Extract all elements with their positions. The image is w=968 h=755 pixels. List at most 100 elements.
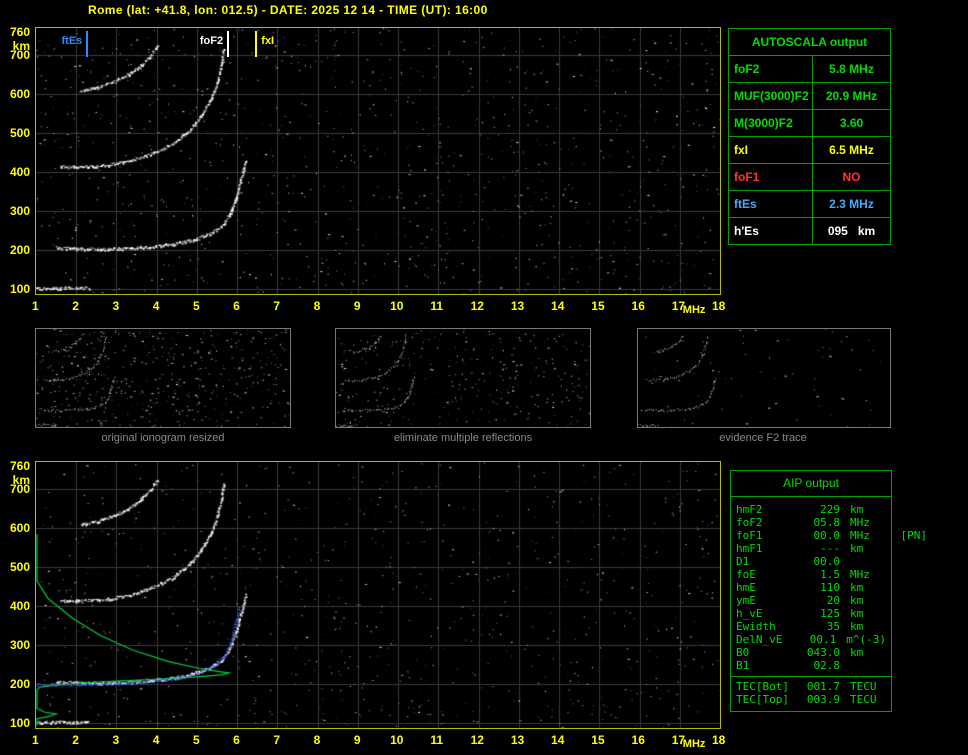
aip-unit: MHz xyxy=(850,529,870,542)
autoscala-row-ftEs: ftEs 2.3 MHz xyxy=(729,190,890,217)
y-tick-label: 100 xyxy=(9,716,30,731)
marker-label-foF2: foF2 xyxy=(199,35,224,47)
aip-label: Ewidth xyxy=(736,620,776,633)
autoscala-title: AUTOSCALA output xyxy=(751,35,868,49)
aip-unit: TECU xyxy=(850,680,877,693)
autoscala-row-value: 6.5 MHz xyxy=(829,143,874,157)
x-tick-label: 8 xyxy=(313,299,321,313)
x-tick-label: 14 xyxy=(551,733,565,747)
marker-label-ftEs: ftEs xyxy=(61,35,83,47)
x-tick-label: 3 xyxy=(112,733,120,747)
aip-label: h_vE xyxy=(736,607,763,620)
x-tick-label: 9 xyxy=(353,733,361,747)
x-tick-label: 1 xyxy=(32,299,39,313)
aip-unit: km xyxy=(850,581,864,594)
autoscala-row-value: 3.60 xyxy=(839,116,864,130)
autoscala-row-value: 2.3 MHz xyxy=(829,197,874,211)
thumbnail-original-canvas xyxy=(36,329,290,427)
y-tick-label: 500 xyxy=(9,560,30,575)
aip-label: foE xyxy=(736,568,756,581)
ionogram-profile-canvas xyxy=(36,462,720,728)
y-tick-label: 500 xyxy=(9,126,30,141)
x-tick-label: 15 xyxy=(591,733,605,747)
autoscala-row-hEs: h'Es 095 km xyxy=(729,217,890,244)
aip-unit: km xyxy=(850,620,864,633)
autoscala-row-label: MUF(3000)F2 xyxy=(729,83,813,109)
y-tick-label: 600 xyxy=(9,87,30,102)
ionogram-profile-plot xyxy=(35,461,721,729)
x-axis-unit: MHz xyxy=(682,738,706,750)
aip-label: D1 xyxy=(736,555,750,568)
x-axis-unit: MHz xyxy=(682,304,706,316)
x-tick-label: 11 xyxy=(430,299,444,313)
thumbnail-caption-evidence: evidence F2 trace xyxy=(719,432,807,444)
autoscala-row-label: foF2 xyxy=(729,56,813,82)
autoscala-panel: AUTOSCALA output foF2 5.8 MHz MUF(3000)F… xyxy=(728,28,891,245)
aip-value: 003.9 xyxy=(806,693,840,706)
x-tick-label: 10 xyxy=(390,299,404,313)
x-tick-label: 9 xyxy=(353,299,361,313)
aip-panel: AIP output hmF2 229 km foF2 05.8 MHz foF… xyxy=(730,470,927,712)
thumbnail-caption-original: original ionogram resized xyxy=(101,432,225,444)
aip-label: TEC[Top] xyxy=(736,693,789,706)
aip-row-foE: foE 1.5 MHz xyxy=(731,568,891,581)
aip-value: 20 xyxy=(826,594,840,607)
aip-value: 043.0 xyxy=(806,646,840,659)
aip-row-ymE: ymE 20 km xyxy=(731,594,891,607)
x-tick-label: 7 xyxy=(273,299,281,313)
autoscala-row-label: M(3000)F2 xyxy=(729,110,813,136)
aip-label: B1 xyxy=(736,659,750,672)
aip-unit: km xyxy=(850,594,864,607)
autoscala-row-value: 5.8 MHz xyxy=(829,62,874,76)
aip-unit: MHz xyxy=(850,516,870,529)
y-axis-unit: km xyxy=(12,472,30,487)
aip-row-hmF2: hmF2 229 km xyxy=(731,503,891,516)
y-tick-label: 400 xyxy=(9,165,30,180)
x-tick-label: 10 xyxy=(390,733,404,747)
aip-value: 001.7 xyxy=(806,680,840,693)
aip-row-foF1: foF1 00.0 MHz [PN] xyxy=(731,529,927,542)
aip-unit: MHz xyxy=(850,568,870,581)
aip-row-hmF1: hmF1 --- km xyxy=(731,542,891,555)
aip-unit: m^(-3) xyxy=(846,633,886,646)
aip-unit: km xyxy=(850,607,864,620)
x-tick-label: 16 xyxy=(631,299,645,313)
y-axis-unit: km xyxy=(12,38,30,53)
aip-label: B0 xyxy=(736,646,750,659)
y-tick-label: 760 xyxy=(9,24,30,39)
x-tick-label: 18 xyxy=(712,733,726,747)
aip-value: 125 xyxy=(820,607,840,620)
aip-label: DelN_vE xyxy=(736,633,783,646)
x-tick-label: 2 xyxy=(72,299,79,313)
y-tick-label: 200 xyxy=(9,243,30,258)
thumbnail-eliminate-reflections xyxy=(335,328,591,428)
autoscala-row-fxI: fxI 6.5 MHz xyxy=(729,136,890,163)
x-tick-label: 14 xyxy=(551,299,565,313)
x-tick-label: 1 xyxy=(32,733,39,747)
aip-label: hmF2 xyxy=(736,503,763,516)
aip-value: 229 xyxy=(820,503,840,516)
x-tick-label: 5 xyxy=(192,299,200,313)
x-tick-label: 16 xyxy=(631,733,645,747)
x-tick-label: 3 xyxy=(112,299,120,313)
aip-value: 00.0 xyxy=(813,555,841,568)
thumbnail-evidence-f2 xyxy=(637,328,891,428)
x-tick-label: 7 xyxy=(273,733,281,747)
autoscala-row-label: foF1 xyxy=(729,164,813,190)
x-tick-label: 5 xyxy=(192,733,200,747)
autoscala-row-label: h'Es xyxy=(729,218,813,244)
x-tick-label: 4 xyxy=(152,299,160,313)
y-tick-label: 300 xyxy=(9,204,30,219)
x-tick-label: 6 xyxy=(233,299,240,313)
aip-label: ymE xyxy=(736,594,756,607)
y-tick-label: 100 xyxy=(9,282,30,297)
aip-label: foF1 xyxy=(736,529,763,542)
x-tick-label: 11 xyxy=(430,733,444,747)
thumbnail-evidence-canvas xyxy=(638,329,890,427)
aip-value: 05.8 xyxy=(813,516,841,529)
x-tick-label: 8 xyxy=(313,733,321,747)
aip-row-B0: B0 043.0 km xyxy=(731,646,891,659)
autoscala-row-muf3000f2: MUF(3000)F2 20.9 MHz xyxy=(729,82,890,109)
y-tick-label: 600 xyxy=(9,521,30,536)
aip-value: 35 xyxy=(826,620,840,633)
